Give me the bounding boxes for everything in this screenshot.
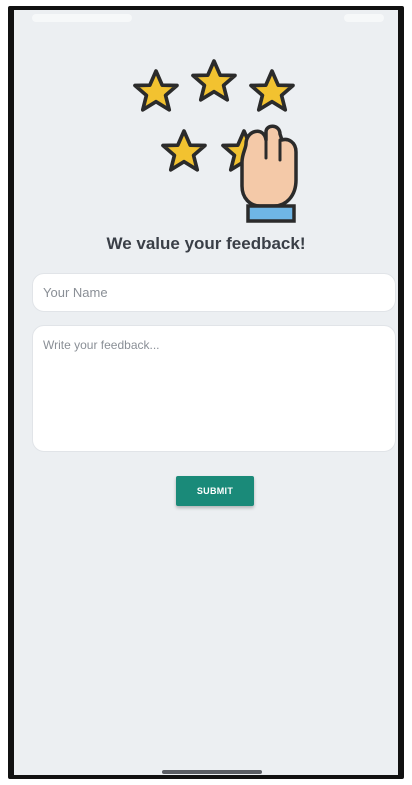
feedback-textarea[interactable] <box>32 325 396 452</box>
page-title: We value your feedback! <box>106 234 306 253</box>
status-time-placeholder <box>32 14 132 22</box>
name-input[interactable] <box>32 273 396 312</box>
status-bar <box>14 10 398 32</box>
app-screen: We value your feedback! SUBMIT <box>14 10 398 775</box>
pointing-hand-icon <box>240 124 298 223</box>
star-icon <box>191 59 237 102</box>
home-indicator <box>162 770 262 774</box>
star-icon <box>133 69 179 112</box>
submit-button[interactable]: SUBMIT <box>176 476 254 506</box>
status-icons-placeholder <box>344 14 384 22</box>
star-icon <box>249 69 295 112</box>
star-icon <box>161 129 207 172</box>
rating-stars-hand-icon <box>133 59 298 223</box>
